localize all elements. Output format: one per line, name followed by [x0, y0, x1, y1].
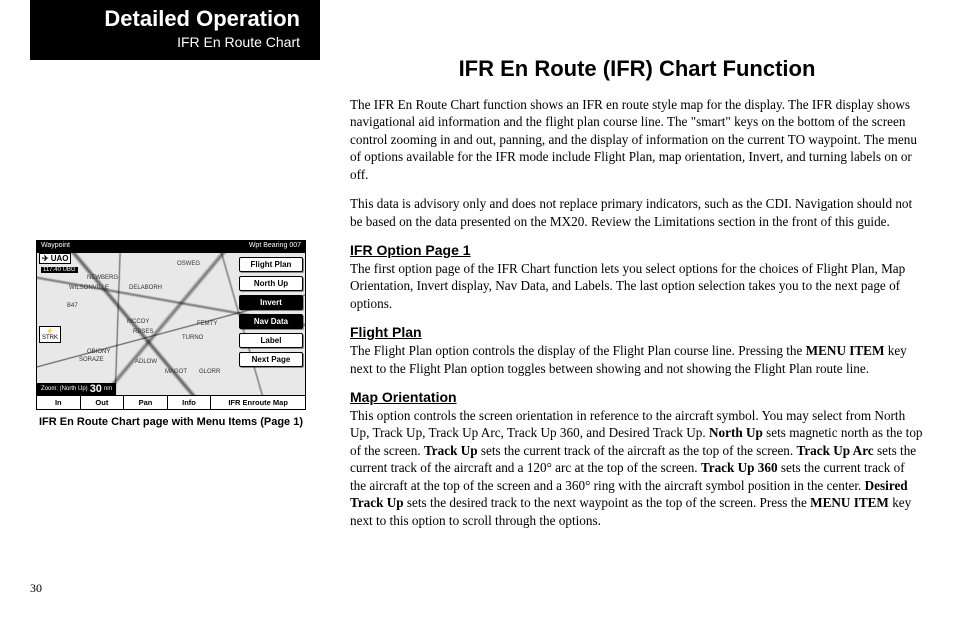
flight-plan-body: The Flight Plan option controls the disp… — [350, 342, 924, 377]
menu-item-bold: MENU ITEM — [806, 343, 885, 358]
nav-data-button[interactable]: Nav Data — [239, 314, 303, 329]
intro-paragraph-2: This data is advisory only and does not … — [350, 195, 924, 230]
map-text: OBIONY — [87, 349, 110, 355]
map-text: WILSONVILLE — [69, 285, 109, 291]
map-orientation-heading: Map Orientation — [350, 389, 924, 405]
map-text: OSWEG — [177, 261, 200, 267]
map-text: B47 — [67, 303, 78, 309]
map-text: NEWBERG — [87, 275, 118, 281]
strk-box: ⚡ STRK — [39, 326, 61, 343]
zoom-value: 30 — [90, 383, 102, 395]
device-screenshot: Waypoint Wpt Bearing 007 UAO 117.40 UBG … — [36, 240, 306, 410]
figure-caption: IFR En Route Chart page with Menu Items … — [36, 416, 306, 428]
softkey-pan[interactable]: Pan — [124, 396, 168, 409]
menu-column: Flight Plan North Up Invert Nav Data Lab… — [239, 257, 303, 367]
screenshot-topbar: Waypoint Wpt Bearing 007 — [37, 241, 305, 253]
intro-paragraph-1: The IFR En Route Chart function shows an… — [350, 96, 924, 183]
map-text: FEMTY — [197, 321, 217, 327]
page-number: 30 — [30, 581, 42, 596]
uao-tag: UAO — [39, 253, 71, 264]
softkey-bar: In Out Pan Info IFR Enroute Map — [37, 395, 305, 409]
section-subtitle: IFR En Route Chart — [38, 34, 300, 50]
map-text: ADLOW — [135, 359, 157, 365]
flight-plan-button[interactable]: Flight Plan — [239, 257, 303, 272]
figure: Waypoint Wpt Bearing 007 UAO 117.40 UBG … — [36, 240, 306, 428]
softkey-in[interactable]: In — [37, 396, 81, 409]
section-title: Detailed Operation — [38, 6, 300, 32]
softkey-info[interactable]: Info — [168, 396, 212, 409]
section-header: Detailed Operation IFR En Route Chart — [30, 0, 320, 60]
chart-function-title: IFR En Route (IFR) Chart Function — [350, 56, 924, 82]
zoom-unit: nm — [104, 386, 112, 392]
left-column: Detailed Operation IFR En Route Chart Wa… — [0, 0, 320, 618]
next-page-button[interactable]: Next Page — [239, 352, 303, 367]
label-button[interactable]: Label — [239, 333, 303, 348]
softkey-out[interactable]: Out — [81, 396, 125, 409]
map-text: DELABORH — [129, 285, 162, 291]
wpt-bearing-label: Wpt Bearing — [249, 242, 288, 249]
map-text: MAGOT — [165, 369, 187, 375]
softkey-mode[interactable]: IFR Enroute Map — [211, 396, 305, 409]
lightning-icon: ⚡ — [40, 328, 60, 335]
map-text: SORAZE — [79, 357, 104, 363]
map-text: RBSES — [133, 329, 153, 335]
north-up-button[interactable]: North Up — [239, 276, 303, 291]
map-text: GLORR — [199, 369, 220, 375]
map-text: MCCOY — [127, 319, 149, 325]
map-orientation-body: This option controls the screen orientat… — [350, 407, 924, 529]
waypoint-label: Waypoint — [41, 242, 70, 252]
right-column: IFR En Route (IFR) Chart Function The IF… — [320, 0, 954, 618]
ifr-option-heading: IFR Option Page 1 — [350, 242, 924, 258]
map-text: TURNO — [182, 335, 203, 341]
manual-page: Detailed Operation IFR En Route Chart Wa… — [0, 0, 954, 618]
freq-label: 117.40 UBG — [41, 267, 78, 273]
zoom-label: Zoom: (North Up) — [41, 386, 88, 392]
invert-button[interactable]: Invert — [239, 295, 303, 310]
wpt-bearing-value: 007 — [289, 242, 301, 249]
zoom-indicator: Zoom: (North Up) 30 nm — [37, 383, 116, 395]
ifr-option-body: The first option page of the IFR Chart f… — [350, 260, 924, 312]
strk-label: STRK — [40, 335, 60, 341]
flight-plan-heading: Flight Plan — [350, 324, 924, 340]
